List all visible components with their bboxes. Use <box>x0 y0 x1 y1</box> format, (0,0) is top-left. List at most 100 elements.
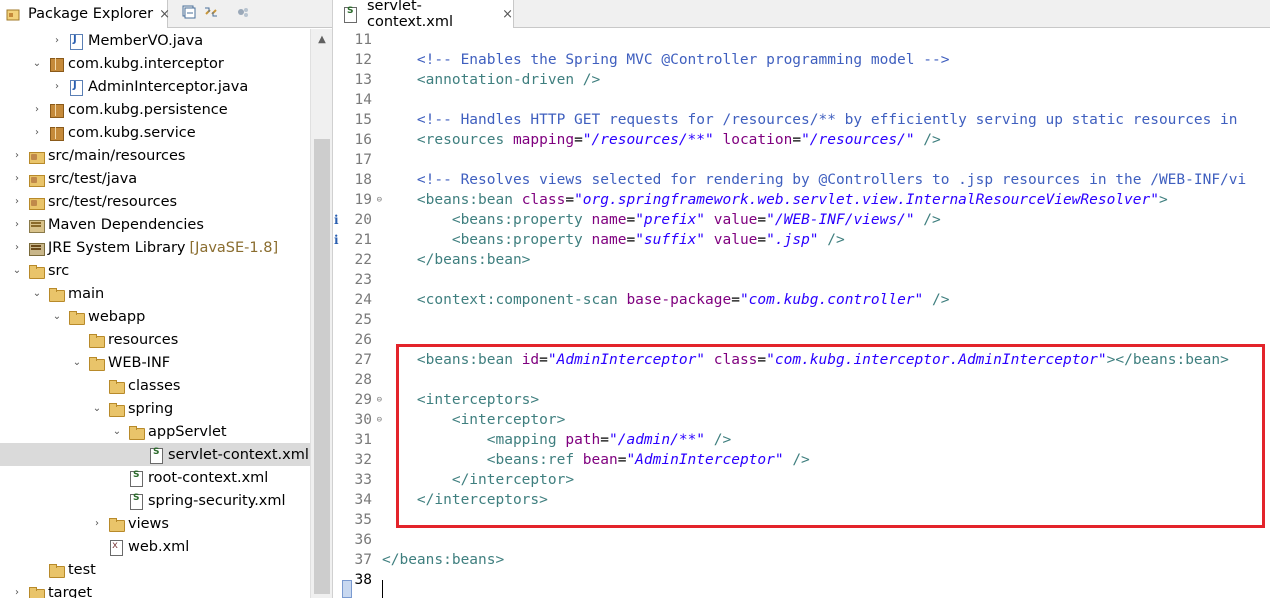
code-token: location <box>722 132 793 148</box>
tree-item[interactable]: › com.kubg.persistence <box>0 98 310 121</box>
tab-servlet-context-xml[interactable]: servlet-context.xml × <box>334 0 514 30</box>
tree-item-label: MemberVO.java <box>88 32 204 49</box>
line-number-text: 32 <box>354 452 372 468</box>
chevron-right-icon[interactable]: › <box>90 518 104 529</box>
chevron-down-icon[interactable]: ⌄ <box>90 403 104 414</box>
code-line[interactable] <box>382 270 1270 290</box>
tree-item-label: AdminInterceptor.java <box>88 78 249 95</box>
chevron-down-icon[interactable]: ⌄ <box>110 426 124 437</box>
chevron-right-icon[interactable]: › <box>10 196 24 207</box>
chevron-right-icon[interactable]: › <box>30 127 44 138</box>
tree-item[interactable]: › target <box>0 581 310 598</box>
package-explorer-icon <box>6 7 20 21</box>
tree-item[interactable]: › JRE System Library [JavaSE-1.8] <box>0 236 310 259</box>
tree-item[interactable]: web.xml <box>0 535 310 558</box>
tree-item[interactable]: › com.kubg.service <box>0 121 310 144</box>
tree-item[interactable]: › MemberVO.java <box>0 29 310 52</box>
chevron-right-icon[interactable]: › <box>10 173 24 184</box>
code-line[interactable]: <resources mapping="/resources/**" locat… <box>382 130 1270 150</box>
folder-icon <box>28 585 45 598</box>
code-line[interactable]: <!-- Handles HTTP GET requests for /reso… <box>382 110 1270 130</box>
tree-item-label: appServlet <box>148 423 227 440</box>
info-marker-icon[interactable]: i <box>334 230 339 250</box>
tree-item-label: Maven Dependencies <box>48 216 204 233</box>
code-line[interactable]: <!-- Resolves views selected for renderi… <box>382 170 1270 190</box>
chevron-down-icon[interactable]: ⌄ <box>50 311 64 322</box>
xml-icon <box>108 539 124 556</box>
editor-tab-bar: servlet-context.xml × <box>334 0 1270 30</box>
info-marker-icon[interactable]: i <box>334 210 339 230</box>
code-line[interactable]: <beans:property name="prefix" value="/WE… <box>382 210 1270 230</box>
collapse-all-icon[interactable] <box>180 4 198 22</box>
line-number: 13 <box>334 70 382 90</box>
tree-item[interactable]: ⌄ webapp <box>0 305 310 328</box>
tree-item-label: main <box>68 285 105 302</box>
scrollbar-thumb[interactable] <box>314 139 330 594</box>
tree-item[interactable]: ⌄ com.kubg.interceptor <box>0 52 310 75</box>
tree-item[interactable]: › src/test/resources <box>0 190 310 213</box>
code-line[interactable]: <beans:bean class="org.springframework.w… <box>382 190 1270 210</box>
code-line[interactable] <box>382 90 1270 110</box>
tree-item-label: JRE System Library <box>48 239 186 256</box>
chevron-down-icon[interactable]: ⌄ <box>70 357 84 368</box>
code-line[interactable]: <annotation-driven /> <box>382 70 1270 90</box>
tree-item-label: com.kubg.service <box>68 124 196 141</box>
tree-item[interactable]: › src/main/resources <box>0 144 310 167</box>
tree-item[interactable]: ⌄ main <box>0 282 310 305</box>
chevron-right-icon[interactable]: › <box>10 150 24 161</box>
code-line[interactable]: <context:component-scan base-package="co… <box>382 290 1270 310</box>
code-line[interactable] <box>382 310 1270 330</box>
chevron-right-icon[interactable]: › <box>50 35 64 46</box>
tree-item[interactable]: › views <box>0 512 310 535</box>
chevron-right-icon[interactable]: › <box>10 219 24 230</box>
explorer-scrollbar[interactable]: ▲ <box>310 29 332 598</box>
tree-item[interactable]: › src/test/java <box>0 167 310 190</box>
line-number-text: 12 <box>354 52 372 68</box>
code-line[interactable]: </beans:beans> <box>382 550 1270 570</box>
tree-item[interactable]: servlet-context.xml <box>0 443 310 466</box>
tree-item[interactable]: ⌄ appServlet <box>0 420 310 443</box>
close-icon[interactable]: × <box>159 7 170 22</box>
tree-item[interactable]: classes <box>0 374 310 397</box>
tree-item[interactable]: ⌄ src <box>0 259 310 282</box>
chevron-down-icon[interactable]: ⌄ <box>30 58 44 69</box>
code-token: > <box>1158 192 1168 208</box>
chevron-right-icon[interactable]: › <box>30 104 44 115</box>
link-with-editor-icon[interactable] <box>202 4 220 22</box>
line-number-text: 15 <box>354 112 372 128</box>
code-line[interactable] <box>382 530 1270 550</box>
tree-item[interactable]: ⌄ spring <box>0 397 310 420</box>
line-number-text: 36 <box>354 532 372 548</box>
close-icon[interactable]: × <box>502 7 513 22</box>
line-number: 14 <box>334 90 382 110</box>
code-token: name <box>591 232 627 248</box>
tree-item[interactable]: › Maven Dependencies <box>0 213 310 236</box>
scroll-up-icon[interactable]: ▲ <box>311 29 332 51</box>
view-menu-icon[interactable] <box>234 4 252 22</box>
code-line[interactable]: <beans:property name="suffix" value=".js… <box>382 230 1270 250</box>
tree-item[interactable]: root-context.xml <box>0 466 310 489</box>
chevron-right-icon[interactable]: › <box>10 242 24 253</box>
pkg-icon <box>48 102 64 118</box>
code-token: = <box>792 132 802 148</box>
code-line[interactable]: <!-- Enables the Spring MVC @Controller … <box>382 50 1270 70</box>
tree-item[interactable]: › AdminInterceptor.java <box>0 75 310 98</box>
chevron-right-icon[interactable]: › <box>10 587 24 598</box>
tree-item[interactable]: test <box>0 558 310 581</box>
srcfolder-icon <box>28 171 45 187</box>
chevron-right-icon[interactable]: › <box>50 81 64 92</box>
tree-item[interactable]: spring-security.xml <box>0 489 310 512</box>
chevron-down-icon[interactable]: ⌄ <box>10 265 24 276</box>
code-line[interactable] <box>382 30 1270 50</box>
code-line[interactable] <box>382 570 1270 590</box>
line-number: 29 ⊖ <box>334 390 382 410</box>
tree-item[interactable]: resources <box>0 328 310 351</box>
tab-package-explorer[interactable]: Package Explorer × <box>0 0 170 28</box>
chevron-down-icon[interactable]: ⌄ <box>30 288 44 299</box>
code-line[interactable]: </beans:bean> <box>382 250 1270 270</box>
tree-item[interactable]: ⌄ WEB-INF <box>0 351 310 374</box>
code-line[interactable] <box>382 150 1270 170</box>
